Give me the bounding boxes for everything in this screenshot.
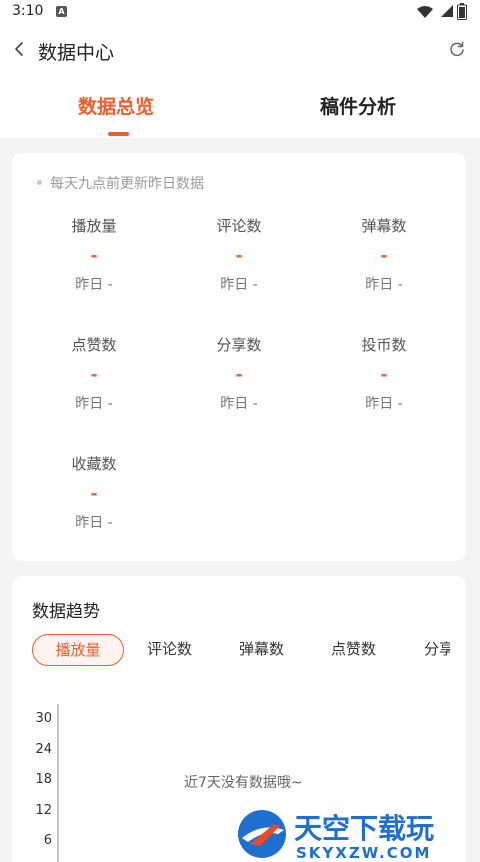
metric-yesterday: 昨日 - bbox=[75, 277, 113, 293]
active-tab-indicator bbox=[108, 132, 129, 136]
signal-icon bbox=[441, 5, 453, 17]
status-time: 3:10 bbox=[12, 3, 44, 19]
metric-yesterday: 昨日 - bbox=[75, 515, 113, 531]
metric-favorites[interactable]: 收藏数 - 昨日 - bbox=[29, 453, 159, 533]
metric-value: - bbox=[235, 365, 243, 385]
update-notice: 每天九点前更新昨日数据 bbox=[37, 173, 204, 193]
metric-value: - bbox=[380, 246, 388, 266]
metric-plays[interactable]: 播放量 - 昨日 - bbox=[29, 215, 159, 295]
metric-comments[interactable]: 评论数 - 昨日 - bbox=[174, 215, 304, 295]
overview-card: 每天九点前更新昨日数据 播放量 - 昨日 - 评论数 - 昨日 - 弹幕数 - … bbox=[12, 153, 466, 561]
metric-yesterday: 昨日 - bbox=[220, 277, 258, 293]
y-tick-label: 30 bbox=[35, 711, 52, 726]
metric-yesterday: 昨日 - bbox=[220, 396, 258, 412]
metric-label: 评论数 bbox=[216, 217, 262, 235]
y-tick-label: 24 bbox=[35, 742, 52, 757]
metric-value: - bbox=[235, 246, 243, 266]
skyxzw-watermark-logo: 天空下载玩 SKYXZW.COM bbox=[238, 810, 434, 862]
page-title: 数据中心 bbox=[38, 42, 115, 64]
metric-label: 播放量 bbox=[71, 217, 117, 235]
tab-data-overview[interactable]: 数据总览 bbox=[78, 92, 154, 119]
metric-yesterday: 昨日 - bbox=[365, 396, 403, 412]
refresh-icon[interactable] bbox=[447, 39, 467, 59]
y-tick-label: 18 bbox=[35, 772, 52, 787]
metric-yesterday: 昨日 - bbox=[365, 277, 403, 293]
status-bar: 3:10 A bbox=[0, 0, 480, 24]
update-notice-text: 每天九点前更新昨日数据 bbox=[50, 176, 204, 192]
empty-state-text: 近7天没有数据哦~ bbox=[184, 775, 303, 791]
chevron-left-icon[interactable] bbox=[10, 39, 30, 59]
metric-yesterday: 昨日 - bbox=[75, 396, 113, 412]
app-a-icon: A bbox=[56, 6, 67, 17]
top-bar: 数据中心 数据总览 稿件分析 bbox=[0, 24, 480, 138]
metric-coins[interactable]: 投币数 - 昨日 - bbox=[319, 334, 449, 414]
metric-value: - bbox=[90, 246, 98, 266]
metric-likes[interactable]: 点赞数 - 昨日 - bbox=[29, 334, 159, 414]
y-tick-label: 6 bbox=[44, 833, 52, 848]
metric-value: - bbox=[90, 484, 98, 504]
metric-danmaku[interactable]: 弹幕数 - 昨日 - bbox=[319, 215, 449, 295]
tab-manuscript-analysis[interactable]: 稿件分析 bbox=[320, 92, 396, 119]
metric-label: 分享数 bbox=[216, 336, 262, 354]
metric-shares[interactable]: 分享数 - 昨日 - bbox=[174, 334, 304, 414]
metric-label: 收藏数 bbox=[71, 455, 117, 473]
wifi-icon bbox=[417, 6, 433, 18]
y-tick-label: 12 bbox=[35, 803, 52, 818]
battery-icon bbox=[457, 3, 467, 20]
metric-label: 投币数 bbox=[361, 336, 407, 354]
metric-value: - bbox=[380, 365, 388, 385]
metric-value: - bbox=[90, 365, 98, 385]
metric-label: 弹幕数 bbox=[361, 217, 407, 235]
metric-label: 点赞数 bbox=[71, 336, 117, 354]
watermark-brand-cn: 天空下载玩 bbox=[294, 812, 434, 845]
bullet-dot-icon bbox=[37, 179, 42, 185]
watermark-brand-en: SKYXZW.COM bbox=[296, 844, 431, 862]
